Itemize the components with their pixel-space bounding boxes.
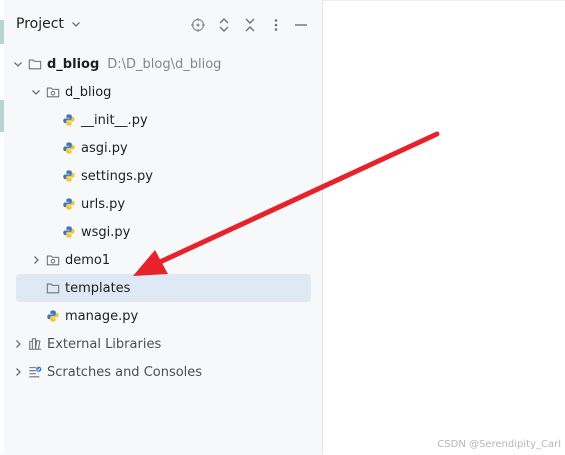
library-icon: [28, 338, 42, 350]
folder-icon: [28, 59, 42, 70]
python-file-icon: [47, 310, 59, 322]
python-file-icon: [63, 170, 75, 182]
tree-node-file[interactable]: asgi.py: [62, 135, 128, 161]
tree-node-label: urls.py: [81, 196, 126, 212]
expand-all-icon[interactable]: [215, 16, 233, 34]
folder-icon: [46, 283, 60, 294]
locate-icon[interactable]: [189, 16, 207, 34]
tree-node-label: manage.py: [65, 308, 139, 324]
tree-node-label: demo1: [65, 252, 111, 268]
tree-node-label: d_bliog: [65, 84, 112, 100]
watermark: CSDN @Serendipity_Carl: [437, 439, 561, 450]
tree-node-label: d_bliog: [47, 56, 100, 72]
tree-node-root[interactable]: d_bliog D:\D_blog\d_bliog: [12, 51, 221, 77]
tree-node-package[interactable]: d_bliog: [30, 79, 111, 105]
panel-title-dropdown[interactable]: Project: [16, 16, 82, 32]
tree-node-label: __init__.py: [81, 112, 148, 128]
tree-node-package[interactable]: demo1: [30, 247, 110, 273]
python-file-icon: [63, 198, 75, 210]
collapse-all-icon[interactable]: [241, 16, 259, 34]
python-file-icon: [63, 114, 75, 126]
tree-node-label: External Libraries: [47, 336, 162, 352]
chevron-down-icon: [71, 22, 80, 27]
package-folder-icon: [46, 87, 60, 98]
tree-node-label: wsgi.py: [81, 224, 131, 240]
chevron-down-icon[interactable]: [12, 58, 24, 70]
project-path: D:\D_blog\d_bliog: [107, 56, 222, 72]
tree-node-scratches[interactable]: Scratches and Consoles: [12, 359, 202, 385]
tree-node-label: settings.py: [81, 168, 153, 184]
python-file-icon: [63, 226, 75, 238]
tree-node-file[interactable]: settings.py: [62, 163, 153, 189]
panel-header: Project: [4, 0, 322, 50]
chevron-down-icon[interactable]: [30, 86, 42, 98]
chevron-right-icon[interactable]: [12, 338, 24, 350]
tree-node-label: templates: [65, 280, 131, 296]
python-file-icon: [63, 142, 75, 154]
tree-node-file[interactable]: manage.py: [46, 303, 138, 329]
tree-node-external-libraries[interactable]: External Libraries: [12, 331, 161, 357]
scratches-icon: [29, 366, 42, 378]
chevron-right-icon[interactable]: [12, 366, 24, 378]
tree-node-label: Scratches and Consoles: [47, 364, 203, 380]
tree-node-templates[interactable]: templates: [46, 275, 130, 301]
editor-area: [323, 0, 565, 455]
minimize-icon[interactable]: [292, 16, 310, 34]
project-panel: Project d_bliog D:\D_blog\d_bliog d_blio…: [4, 0, 323, 454]
package-folder-icon: [46, 255, 60, 266]
chevron-right-icon[interactable]: [30, 254, 42, 266]
tree-node-label: asgi.py: [81, 140, 128, 156]
tree-node-file[interactable]: wsgi.py: [62, 219, 130, 245]
tree-node-file[interactable]: __init__.py: [62, 107, 148, 133]
more-icon[interactable]: [267, 16, 285, 34]
panel-title: Project: [16, 16, 64, 32]
tree-node-file[interactable]: urls.py: [62, 191, 125, 217]
